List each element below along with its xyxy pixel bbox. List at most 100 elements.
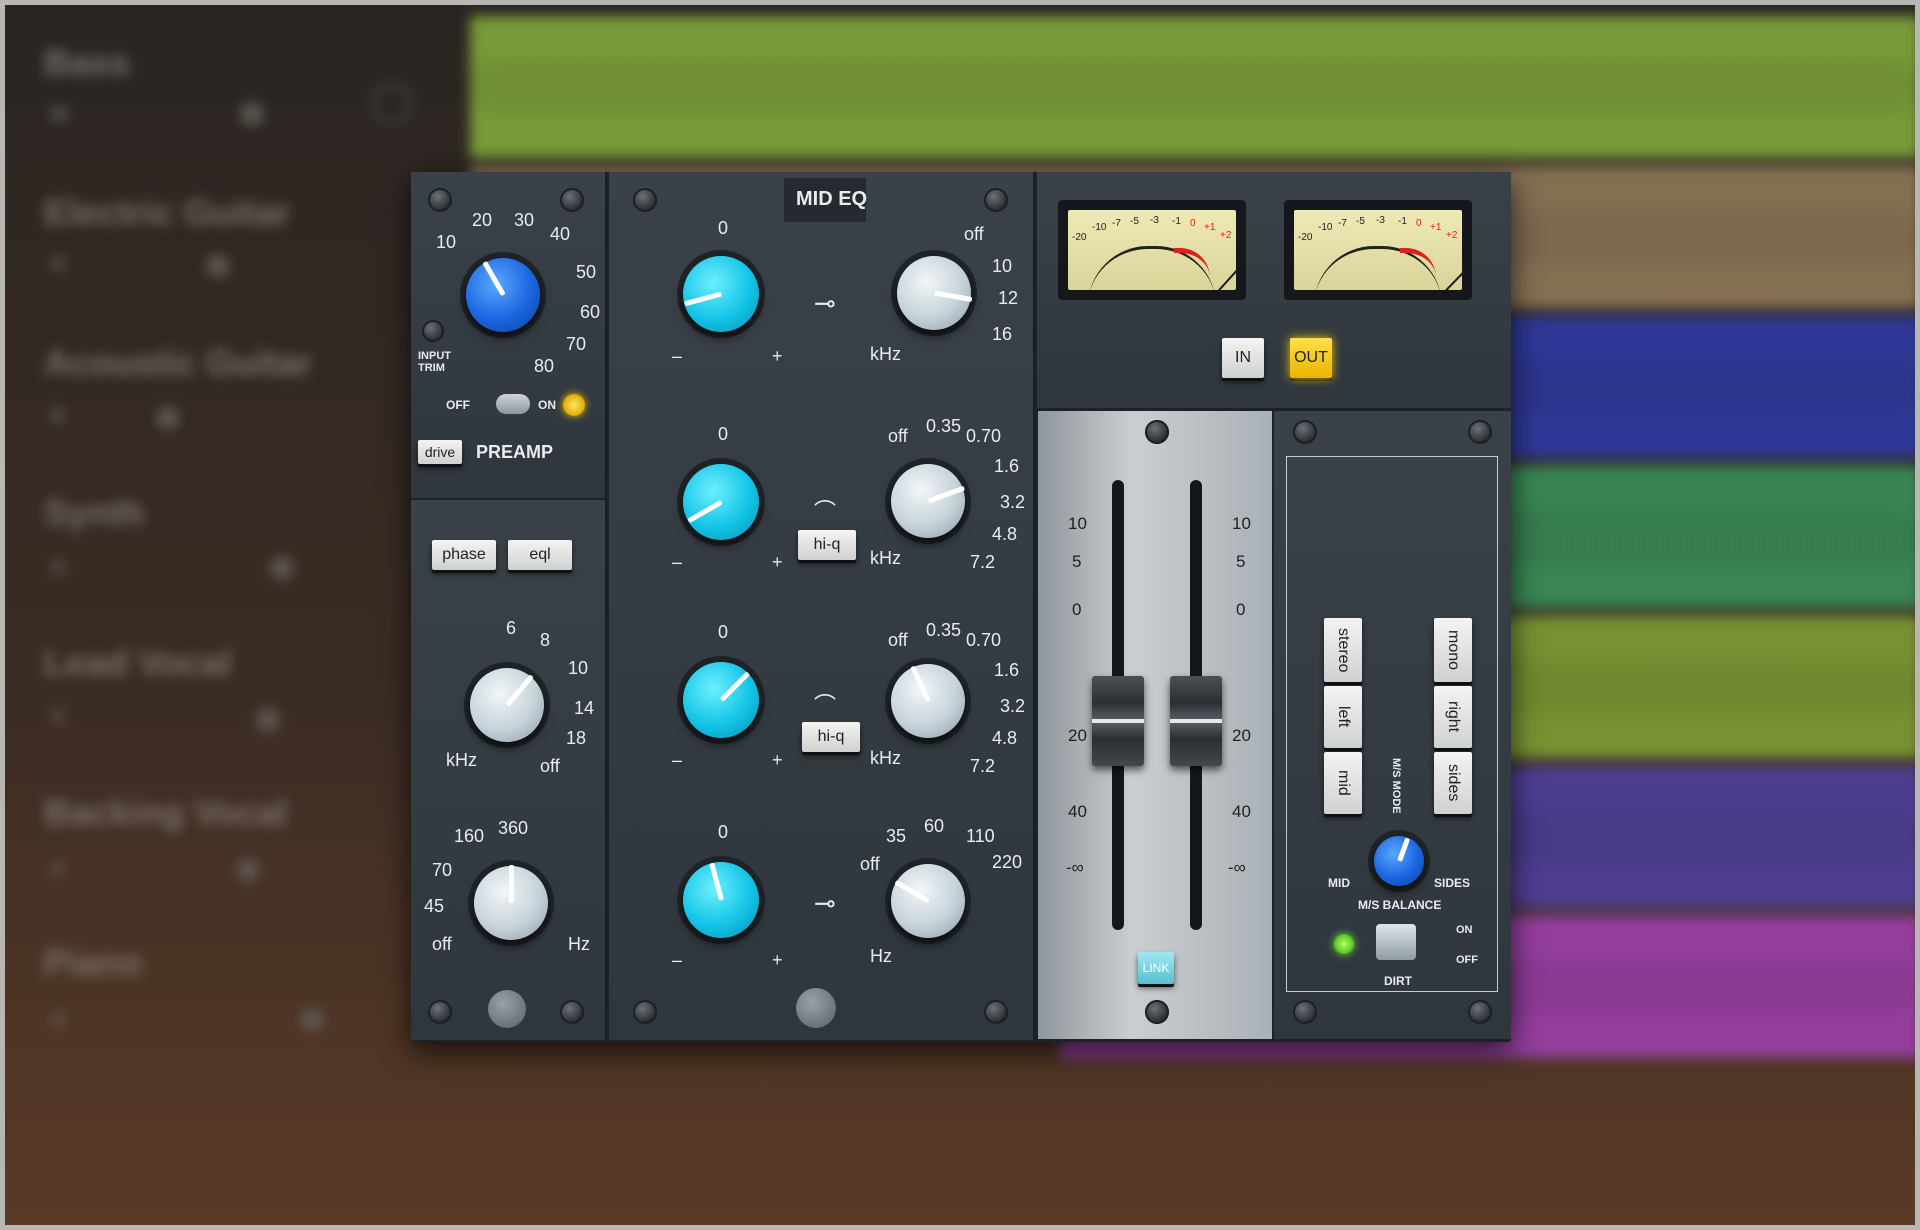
- vu-scale-label: -7: [1338, 218, 1347, 229]
- meter-in-button[interactable]: IN: [1222, 338, 1264, 378]
- vu-scale-label: -20: [1298, 232, 1313, 243]
- track-name: Electric Guitar: [44, 192, 291, 233]
- band2-scale-label: 7.2: [970, 552, 996, 572]
- vu-scale-label: 0: [1416, 218, 1422, 229]
- left-button[interactable]: left: [1324, 686, 1362, 748]
- band2-hiq-button[interactable]: hi-q: [798, 530, 856, 560]
- screw-icon: [984, 188, 1008, 212]
- gain-minus-label: –: [672, 950, 683, 970]
- preamp-toggle-switch[interactable]: [496, 394, 530, 414]
- fader-link-button[interactable]: LINK: [1138, 952, 1174, 984]
- hp-scale-label: 160: [454, 826, 485, 846]
- hp-scale-label: 70: [432, 860, 453, 880]
- vu-scale-label: +1: [1430, 222, 1442, 233]
- dirt-led-icon: [1334, 934, 1354, 954]
- track-sub: R: [50, 404, 66, 429]
- band1-freq-knob[interactable]: [897, 256, 972, 330]
- input-trim-knob[interactable]: [422, 320, 444, 342]
- band3-freq-knob[interactable]: [891, 664, 965, 738]
- right-button[interactable]: right: [1434, 686, 1472, 748]
- track-sub: R: [50, 252, 66, 277]
- band2-scale-label: 3.2: [1000, 492, 1026, 512]
- band4-freq-knob[interactable]: [891, 864, 965, 938]
- lp-scale-label: 14: [574, 698, 595, 718]
- fader-right[interactable]: [1170, 676, 1222, 766]
- gain-zero-label: 0: [718, 822, 729, 842]
- filter-bypass-button[interactable]: [488, 990, 526, 1028]
- vu-scale-label: -5: [1356, 216, 1365, 227]
- track-sub: A: [50, 856, 66, 881]
- band2-gain-knob[interactable]: [683, 464, 759, 540]
- gain-plus-label: +: [772, 950, 783, 970]
- mid-button[interactable]: mid: [1324, 752, 1362, 814]
- mid-eq-title: MID EQ: [796, 188, 868, 210]
- fader-scale-label: 20: [1068, 726, 1087, 745]
- band1-scale-label: 16: [992, 324, 1013, 344]
- band4-scale-label: 220: [992, 852, 1023, 872]
- gain-plus-label: +: [772, 750, 783, 770]
- dirt-switch[interactable]: [1376, 924, 1416, 960]
- track-pan-icon[interactable]: [256, 708, 280, 732]
- band4-unit-label: Hz: [870, 946, 892, 966]
- band4-scale-label: off: [860, 854, 880, 874]
- screw-icon: [428, 1000, 452, 1024]
- track-pan-icon[interactable]: [206, 254, 230, 278]
- vu-scale-label: -1: [1398, 216, 1407, 227]
- track-pan-icon[interactable]: [236, 858, 260, 882]
- filters-module: [411, 500, 607, 1040]
- fader-scale-label: -∞: [1228, 858, 1246, 877]
- track-pan-icon[interactable]: [300, 1008, 324, 1032]
- sides-button[interactable]: sides: [1434, 752, 1472, 814]
- track-volume-icon[interactable]: [372, 84, 412, 124]
- fader-scale-label: -∞: [1066, 858, 1084, 877]
- high-pass-filter-knob[interactable]: [474, 865, 548, 940]
- screw-icon: [1293, 1000, 1317, 1024]
- vu-scale-label: -1: [1172, 216, 1181, 227]
- lp-unit-label: kHz: [446, 750, 477, 770]
- track-name: Piano: [44, 942, 143, 983]
- mid-eq-bypass-button[interactable]: [796, 988, 836, 1028]
- gain-zero-label: 0: [718, 622, 729, 642]
- track-lane-bass[interactable]: [470, 16, 1920, 158]
- fader-scale-label: 10: [1232, 514, 1251, 533]
- preamp-drive-knob[interactable]: [466, 258, 540, 332]
- screw-icon: [984, 1000, 1008, 1024]
- fader-left[interactable]: [1092, 676, 1144, 766]
- fader-scale-label: 10: [1068, 514, 1087, 533]
- meter-out-button[interactable]: OUT: [1290, 338, 1332, 378]
- hp-scale-label: 360: [498, 818, 529, 838]
- track-name: Acoustic Guitar: [44, 342, 313, 383]
- fader-scale-label: 40: [1068, 802, 1087, 821]
- eql-button[interactable]: eql: [508, 540, 572, 570]
- screw-icon: [1145, 420, 1169, 444]
- band2-unit-label: kHz: [870, 548, 901, 568]
- preamp-scale-label: 70: [566, 334, 587, 354]
- screw-icon: [428, 188, 452, 212]
- bell-icon: ⌒: [814, 499, 837, 524]
- band4-gain-knob[interactable]: [683, 862, 759, 938]
- drive-button[interactable]: drive: [418, 440, 462, 464]
- phase-button[interactable]: phase: [432, 540, 496, 570]
- band3-scale-label: 4.8: [992, 728, 1018, 748]
- ms-balance-knob[interactable]: [1374, 836, 1424, 886]
- track-pan-icon[interactable]: [156, 406, 180, 430]
- band3-gain-knob[interactable]: [683, 662, 759, 738]
- mono-button[interactable]: mono: [1434, 618, 1472, 682]
- screw-icon: [1293, 420, 1317, 444]
- preamp-title: PREAMP: [476, 442, 554, 462]
- track-pan-icon[interactable]: [270, 556, 294, 580]
- track-name: Synth: [44, 492, 145, 533]
- screw-icon: [633, 188, 657, 212]
- band1-gain-knob[interactable]: [683, 256, 759, 332]
- band2-scale-label: 0.35: [926, 416, 962, 436]
- low-pass-filter-knob[interactable]: [470, 668, 544, 742]
- band2-freq-knob[interactable]: [891, 464, 965, 538]
- band1-scale-label: 12: [998, 288, 1019, 308]
- band3-scale-label: 1.6: [994, 660, 1020, 680]
- band3-hiq-button[interactable]: hi-q: [802, 722, 860, 752]
- track-pan-icon[interactable]: [240, 102, 264, 126]
- preamp-scale-label: 40: [550, 224, 571, 244]
- screw-icon: [560, 1000, 584, 1024]
- stereo-button[interactable]: stereo: [1324, 618, 1362, 682]
- band2-scale-label: 1.6: [994, 456, 1020, 476]
